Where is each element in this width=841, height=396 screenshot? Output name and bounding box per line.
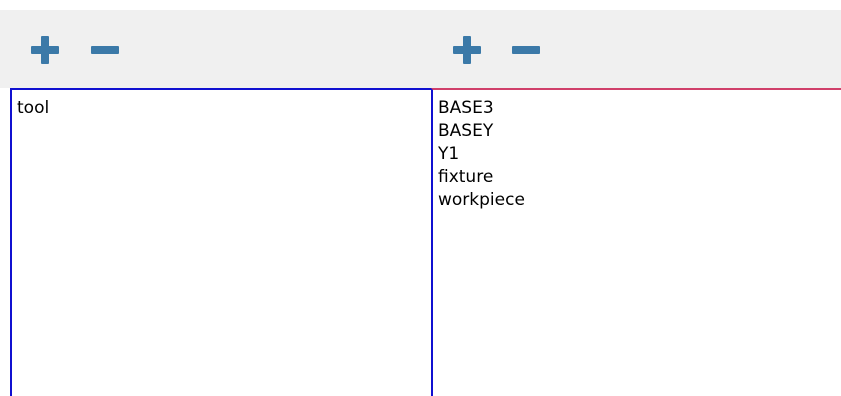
minus-icon bbox=[512, 36, 540, 64]
list-item[interactable]: tool bbox=[17, 97, 431, 120]
left-item-list: tool bbox=[12, 90, 431, 120]
list-item[interactable]: BASE3 bbox=[438, 97, 841, 120]
list-item[interactable]: fixture bbox=[438, 166, 841, 189]
right-list-panel[interactable]: BASE3 BASEY Y1 fixture workpiece bbox=[431, 88, 841, 396]
list-item[interactable]: Y1 bbox=[438, 143, 841, 166]
left-add-button[interactable] bbox=[25, 32, 65, 68]
list-item[interactable]: BASEY bbox=[438, 120, 841, 143]
right-remove-button[interactable] bbox=[506, 32, 546, 68]
toolbar bbox=[0, 10, 841, 88]
plus-icon bbox=[31, 36, 59, 64]
left-list-panel[interactable]: tool bbox=[10, 88, 433, 396]
right-item-list: BASE3 BASEY Y1 fixture workpiece bbox=[433, 90, 841, 212]
right-add-button[interactable] bbox=[447, 32, 487, 68]
list-item[interactable]: workpiece bbox=[438, 189, 841, 212]
plus-icon bbox=[453, 36, 481, 64]
minus-icon bbox=[91, 36, 119, 64]
frame-selector: tool BASE3 BASEY Y1 fixture workpiece bbox=[0, 0, 841, 396]
left-remove-button[interactable] bbox=[85, 32, 125, 68]
